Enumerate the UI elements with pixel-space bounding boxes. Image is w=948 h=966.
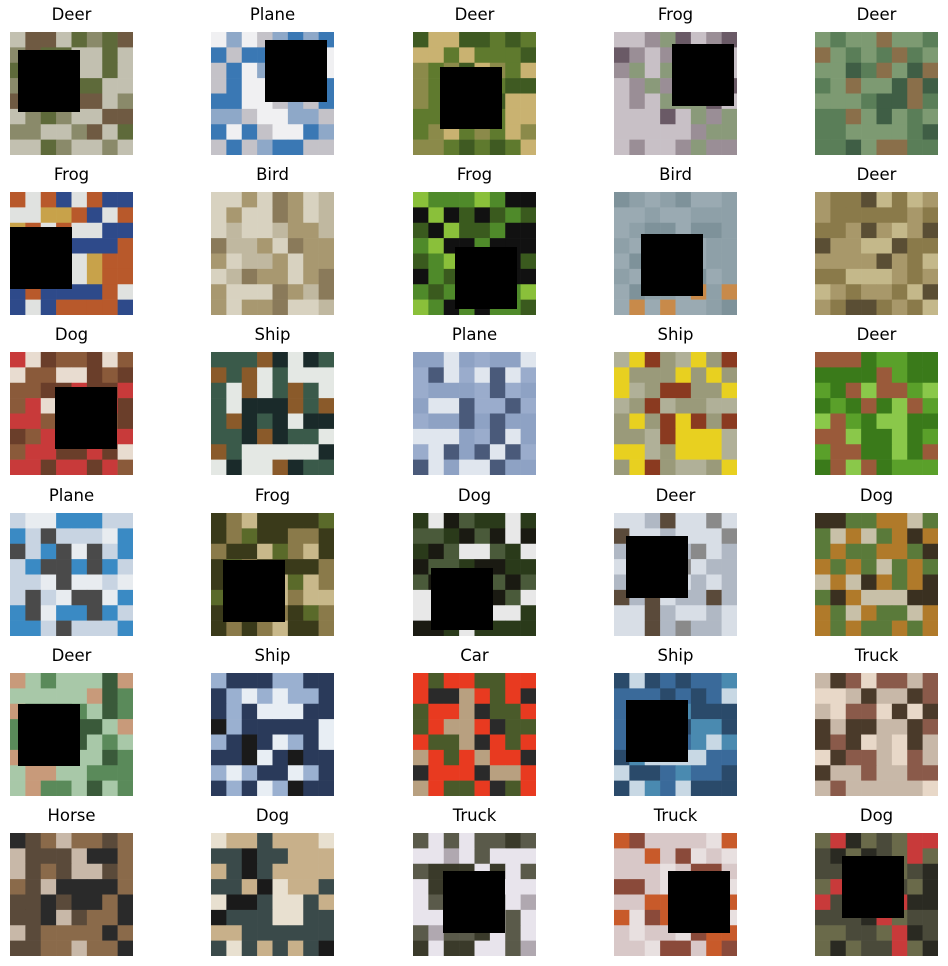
image-label: Truck <box>854 646 899 665</box>
thumbnail-image <box>10 352 133 475</box>
image-label: Truck <box>653 806 698 825</box>
occlusion-patch <box>443 871 505 933</box>
occlusion-patch <box>10 227 72 289</box>
occlusion-patch <box>18 704 80 766</box>
image-label: Dog <box>457 486 492 505</box>
occlusion-patch <box>842 856 904 918</box>
occlusion-patch <box>223 560 285 622</box>
image-label: Car <box>460 646 489 665</box>
thumbnail-image <box>614 352 737 475</box>
thumbnail-image <box>211 352 334 475</box>
occlusion-patch <box>626 536 688 598</box>
image-label: Deer <box>454 5 495 24</box>
occlusion-patch <box>265 40 327 102</box>
image-label: Bird <box>659 165 692 184</box>
occlusion-patch <box>431 568 493 630</box>
thumbnail-image <box>614 673 737 796</box>
thumbnail-image <box>413 673 536 796</box>
thumbnail-image <box>413 192 536 315</box>
thumbnail-image <box>10 192 133 315</box>
image-label: Truck <box>452 806 497 825</box>
thumbnail-image <box>614 192 737 315</box>
image-label: Ship <box>657 325 694 344</box>
thumbnail-image <box>614 32 737 155</box>
thumbnail-image <box>413 32 536 155</box>
occlusion-patch <box>668 871 730 933</box>
thumbnail-image <box>815 673 938 796</box>
thumbnail-image <box>815 32 938 155</box>
thumbnail-image <box>815 192 938 315</box>
thumbnail-image <box>614 833 737 956</box>
image-label: Plane <box>451 325 498 344</box>
image-label: Ship <box>254 646 291 665</box>
image-label: Dog <box>859 806 894 825</box>
image-label: Dog <box>859 486 894 505</box>
thumbnail-image <box>815 833 938 956</box>
image-label: Frog <box>456 165 493 184</box>
thumbnail-image <box>10 673 133 796</box>
image-label: Deer <box>856 5 897 24</box>
thumbnail-image <box>413 833 536 956</box>
image-label: Deer <box>51 646 92 665</box>
image-label: Deer <box>856 165 897 184</box>
occlusion-patch <box>626 700 688 762</box>
occlusion-patch <box>672 44 734 106</box>
thumbnail-image <box>10 513 133 636</box>
image-label: Frog <box>53 165 90 184</box>
image-label: Plane <box>249 5 296 24</box>
image-label: Ship <box>254 325 291 344</box>
image-label: Bird <box>256 165 289 184</box>
thumbnail-image <box>211 513 334 636</box>
thumbnail-image <box>413 513 536 636</box>
thumbnail-image <box>211 833 334 956</box>
occlusion-patch <box>641 234 703 296</box>
image-label: Deer <box>655 486 696 505</box>
thumbnail-image <box>211 192 334 315</box>
occlusion-patch <box>440 67 502 129</box>
thumbnail-image <box>211 32 334 155</box>
image-label: Ship <box>657 646 694 665</box>
thumbnail-image <box>815 513 938 636</box>
thumbnail-image <box>211 673 334 796</box>
occlusion-patch <box>55 387 117 449</box>
image-label: Frog <box>657 5 694 24</box>
thumbnail-image <box>815 352 938 475</box>
image-label: Deer <box>51 5 92 24</box>
image-label: Plane <box>48 486 95 505</box>
image-label: Frog <box>254 486 291 505</box>
thumbnail-image <box>10 833 133 956</box>
image-label: Horse <box>47 806 96 825</box>
thumbnail-image <box>614 513 737 636</box>
thumbnail-image <box>10 32 133 155</box>
image-label: Dog <box>255 806 290 825</box>
occlusion-patch <box>455 247 517 309</box>
occlusion-patch <box>18 50 80 112</box>
image-label: Deer <box>856 325 897 344</box>
image-label: Dog <box>54 325 89 344</box>
thumbnail-image <box>413 352 536 475</box>
